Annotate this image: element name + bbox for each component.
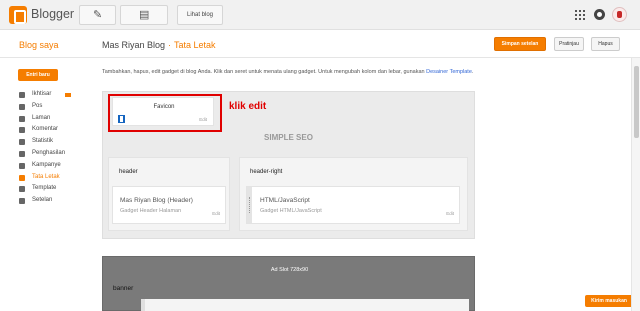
sidebar-item-label: Kampanye	[32, 161, 61, 168]
sidebar-nav: Ikhtisar Pos Laman Komentar Statistik Pe…	[18, 89, 88, 207]
new-post-button[interactable]: Entri baru	[18, 69, 58, 81]
sidebar-item-label: Template	[32, 185, 57, 192]
pages-icon	[19, 115, 25, 122]
header-section: header Mas Riyan Blog (Header) Gadget He…	[108, 157, 230, 231]
breadcrumb-separator: ·	[168, 40, 172, 50]
blog-saya-link[interactable]: Blog saya	[19, 40, 59, 50]
html-javascript-gadget[interactable]: HTML/JavaScript Gadget HTML/JavaScript E…	[246, 186, 460, 224]
flag-icon	[65, 93, 71, 97]
sidebar-item-setelan[interactable]: Setelan	[18, 195, 88, 207]
stats-icon	[19, 139, 25, 146]
brand-name[interactable]: Blogger	[31, 7, 74, 21]
campaigns-icon	[19, 162, 25, 169]
template-icon	[19, 186, 25, 193]
annotation-text: klik edit	[229, 101, 267, 112]
scrollbar-thumb[interactable]	[634, 66, 639, 138]
sidebar-item-label: Laman	[32, 114, 51, 121]
sidebar-item-laman[interactable]: Laman	[18, 113, 88, 125]
header-right-section: header-right HTML/JavaScript Gadget HTML…	[239, 157, 468, 231]
blog-name[interactable]: Mas Riyan Blog	[102, 40, 165, 50]
pages-icon: ▤	[139, 9, 150, 21]
notification-icon[interactable]	[594, 9, 605, 20]
section-title: header-right	[250, 169, 283, 175]
breadcrumb: Mas Riyan Blog · Tata Letak	[102, 40, 216, 50]
earnings-icon	[19, 150, 25, 157]
sidebar-item-label: Tata Letak	[32, 173, 60, 180]
top-bar: Blogger ✎ ▤ Lihat blog	[0, 0, 640, 30]
view-blog-button[interactable]: Lihat blog	[177, 5, 223, 25]
description-text: Tambahkan, hapus, edit gadget di blog An…	[102, 69, 425, 75]
settings-icon	[19, 198, 25, 205]
sidebar-item-label: Penghasilan	[32, 149, 66, 156]
blogger-logo-icon[interactable]	[9, 6, 27, 24]
page-title: Tata Letak	[174, 40, 216, 50]
section-title: header	[119, 169, 138, 175]
blog-title-placeholder: SIMPLE SEO	[264, 133, 313, 142]
pencil-icon: ✎	[93, 9, 103, 21]
sidebar-item-label: Ikhtisar	[32, 91, 52, 97]
layout-description: Tambahkan, hapus, edit gadget di blog An…	[102, 68, 502, 76]
sidebar-item-penghasilan[interactable]: Penghasilan	[18, 148, 88, 160]
gadget-subtitle: Gadget Header Halaman	[120, 208, 182, 214]
banner-section-title: banner	[113, 285, 134, 292]
sidebar-item-kampanye[interactable]: Kampanye	[18, 160, 88, 172]
gadget-subtitle: Gadget HTML/JavaScript	[260, 208, 322, 214]
header-gadget[interactable]: Mas Riyan Blog (Header) Gadget Header Ha…	[112, 186, 226, 224]
sidebar-item-label: Setelan	[32, 197, 53, 204]
ad-slot-title: Ad Slot 728x90	[270, 267, 309, 273]
highlight-frame	[108, 94, 222, 132]
gadget-edit-link[interactable]: Edit	[212, 211, 220, 216]
sidebar-item-pos[interactable]: Pos	[18, 101, 88, 113]
sidebar-item-tata-letak[interactable]: Tata Letak	[18, 172, 88, 184]
pages-toolbar-button[interactable]: ▤	[120, 5, 168, 25]
description-suffix: .	[471, 69, 474, 75]
gadget-edit-link[interactable]: Edit	[446, 211, 454, 216]
gadget-title: Mas Riyan Blog (Header)	[120, 197, 193, 204]
sidebar-item-ikhtisar[interactable]: Ikhtisar	[18, 89, 88, 101]
new-post-toolbar-button[interactable]: ✎	[79, 5, 116, 25]
apps-grid-icon[interactable]	[575, 10, 585, 20]
sidebar-item-label: Komentar	[32, 126, 59, 133]
sidebar-item-label: Pos	[32, 102, 43, 109]
sidebar-item-komentar[interactable]: Komentar	[18, 124, 88, 136]
preview-button[interactable]: Pratinjau	[554, 37, 584, 51]
drag-handle[interactable]	[247, 187, 252, 223]
save-settings-button[interactable]: Simpan setelan	[494, 37, 546, 51]
user-avatar[interactable]	[612, 7, 627, 22]
gadget-title: HTML/JavaScript	[260, 197, 310, 204]
feedback-button[interactable]: Kirim masukan	[585, 295, 633, 307]
delete-button[interactable]: Hapus	[591, 37, 620, 51]
posts-icon	[19, 103, 25, 110]
sidebar-item-statistik[interactable]: Statistik	[18, 136, 88, 148]
designer-template-link[interactable]: Desainer Template	[426, 69, 472, 75]
sidebar-item-template[interactable]: Template	[18, 183, 88, 195]
sidebar-item-label: Statistik	[32, 138, 54, 145]
scrollbar[interactable]	[631, 58, 640, 311]
banner-gadget[interactable]	[141, 299, 469, 311]
home-icon	[19, 92, 25, 98]
layout-icon	[19, 174, 25, 181]
comments-icon	[19, 127, 25, 134]
